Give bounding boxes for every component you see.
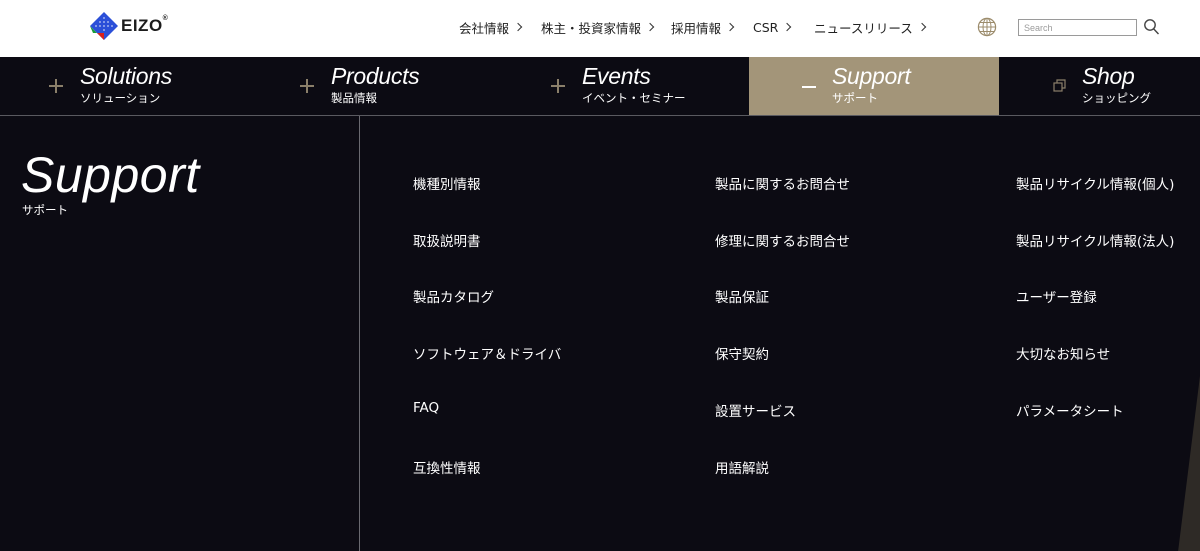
support-link[interactable]: 製品カタログ [413,286,494,306]
support-link[interactable]: ユーザー登録 [1016,286,1097,306]
chevron-right-icon [917,22,927,32]
plus-icon [49,79,63,93]
main-nav-shop[interactable]: Shop ショッピング [999,57,1200,115]
main-nav-subtitle: イベント・セミナー [582,91,686,105]
main-nav-title: Support [832,63,911,89]
main-nav-subtitle: サポート [832,91,878,105]
main-nav-subtitle: 製品情報 [331,91,377,105]
support-panel: Support サポート 機種別情報 取扱説明書 製品カタログ ソフトウェア＆ド… [0,115,1200,551]
chevron-right-icon [783,22,792,32]
eizo-logo[interactable]: EIZO® [89,11,168,41]
support-link[interactable]: 製品リサイクル情報(個人) [1016,173,1174,193]
section-title: Support [21,147,200,203]
main-nav-subtitle: ソリューション [80,91,161,105]
topnav-label: ニュースリリース [814,20,913,36]
main-nav-title: Shop [1082,63,1135,89]
support-link[interactable]: 製品リサイクル情報(法人) [1016,230,1174,250]
topnav-label: 株主・投資家情報 [541,20,642,36]
support-link[interactable]: パラメータシート [1016,400,1124,420]
main-nav-solutions[interactable]: Solutions ソリューション [0,57,251,115]
search-input[interactable] [1018,19,1137,36]
main-nav: Solutions ソリューション Products 製品情報 Events イ… [0,57,1200,115]
globe-icon[interactable] [977,17,997,37]
main-nav-title: Solutions [80,63,172,89]
logo-wordmark: EIZO® [121,15,169,35]
chevron-right-icon [645,22,655,32]
support-link[interactable]: 機種別情報 [413,173,481,193]
topnav-label: CSR [753,19,779,35]
topnav-label: 会社情報 [459,20,510,36]
topnav-recruit-info[interactable]: 採用情報 [671,17,735,37]
support-link[interactable]: 製品に関するお問合せ [715,173,850,193]
eizo-logo-mark-icon [90,12,118,40]
main-nav-support[interactable]: Support サポート [749,57,999,115]
support-link[interactable]: 設置サービス [715,400,796,420]
support-link[interactable]: 製品保証 [715,286,769,306]
topnav-csr[interactable]: CSR [753,17,792,37]
main-nav-events[interactable]: Events イベント・セミナー [502,57,753,115]
support-link[interactable]: 互換性情報 [413,457,481,477]
plus-icon [551,79,565,93]
main-nav-title: Products [331,63,420,89]
plus-icon [300,79,314,93]
support-link[interactable]: FAQ [413,400,439,416]
support-link[interactable]: 用語解説 [715,457,769,477]
main-nav-subtitle: ショッピング [1082,91,1151,105]
topnav-news-release[interactable]: ニュースリリース [814,17,927,37]
main-nav-products[interactable]: Products 製品情報 [251,57,502,115]
search-icon[interactable] [1143,18,1160,36]
support-link[interactable]: 修理に関するお問合せ [715,230,850,250]
support-link[interactable]: 大切なお知らせ [1016,343,1110,363]
chevron-right-icon [513,22,523,32]
external-window-icon [1053,79,1066,92]
topnav-company-info[interactable]: 会社情報 [459,17,523,37]
main-nav-title: Events [582,63,651,89]
top-header: EIZO® 会社情報 株主・投資家情報 採用情報 CSR ニュースリリース [0,0,1200,57]
topnav-label: 採用情報 [671,20,722,36]
section-subtitle: サポート [22,203,68,217]
support-link[interactable]: ソフトウェア＆ドライバ [413,343,561,363]
support-link[interactable]: 保守契約 [715,343,769,363]
support-panel-heading: Support サポート [0,116,360,551]
minus-icon [802,79,816,93]
chevron-right-icon [725,22,735,32]
support-link[interactable]: 取扱説明書 [413,230,481,250]
topnav-investor-info[interactable]: 株主・投資家情報 [541,17,655,37]
